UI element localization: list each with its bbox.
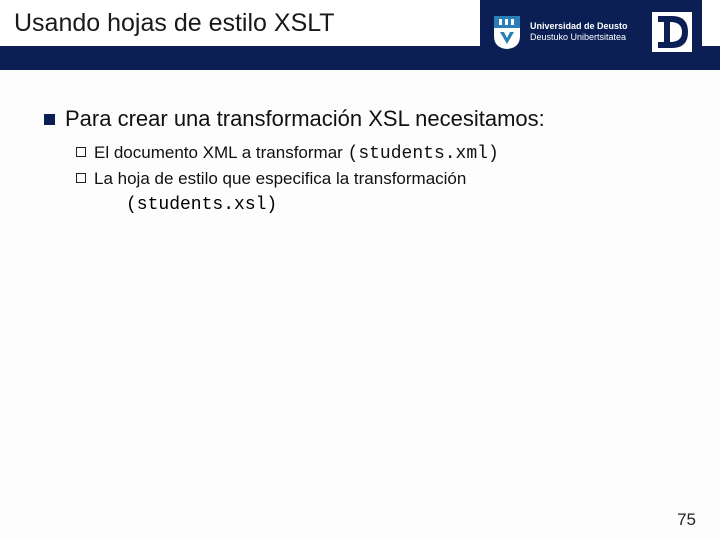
shield-icon (492, 14, 522, 50)
sub-bullet-1-text: El documento XML a transformar (94, 143, 348, 162)
bullet-level2: El documento XML a transformar (students… (76, 142, 690, 166)
sub-bullet-2: La hoja de estilo que especifica la tran… (94, 168, 466, 191)
sub-bullet-2-code: (students.xsl) (126, 195, 277, 215)
slide-title: Usando hojas de estilo XSLT (14, 9, 335, 38)
square-bullet-icon (44, 114, 55, 125)
sub-bullet-2-text: La hoja de estilo que especifica la tran… (94, 169, 466, 188)
sub-bullet-2-continuation: (students.xsl) (76, 193, 690, 215)
slide-content: Para crear una transformación XSL necesi… (0, 72, 720, 215)
hollow-square-bullet-icon (76, 147, 86, 157)
sub-bullet-list: El documento XML a transformar (students… (44, 142, 690, 215)
university-line2: Deustuko Unibertsitatea (530, 32, 644, 43)
sub-bullet-1: El documento XML a transformar (students… (94, 142, 499, 166)
university-logo-tab: Universidad de Deusto Deustuko Unibertsi… (480, 0, 702, 64)
bullet-level2: La hoja de estilo que especifica la tran… (76, 168, 690, 191)
bullet-level1: Para crear una transformación XSL necesi… (44, 106, 690, 132)
letter-d-icon (652, 12, 692, 52)
hollow-square-bullet-icon (76, 173, 86, 183)
sub-bullet-1-code: (students.xml) (348, 144, 499, 164)
main-bullet-text: Para crear una transformación XSL necesi… (65, 106, 545, 132)
university-line1: Universidad de Deusto (530, 21, 644, 32)
page-number: 75 (677, 510, 696, 530)
university-name: Universidad de Deusto Deustuko Unibertsi… (530, 21, 644, 43)
slide-header: Usando hojas de estilo XSLT Universidad … (0, 0, 720, 72)
